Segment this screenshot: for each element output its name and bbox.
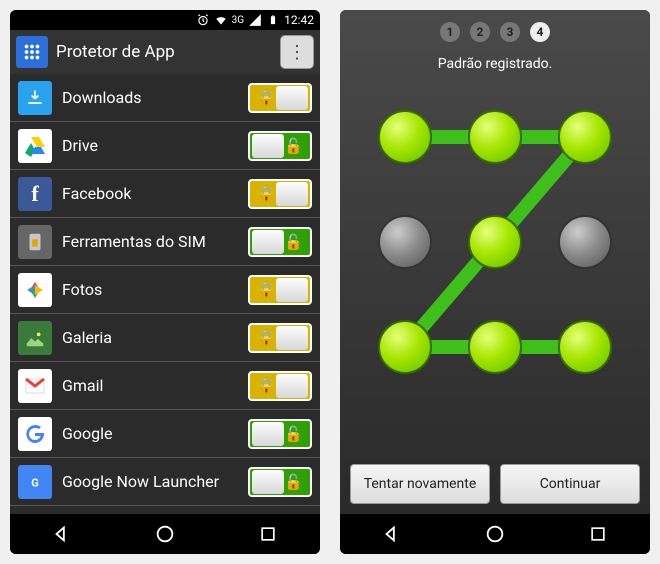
lock-toggle[interactable]: 🔒 xyxy=(248,83,312,113)
app-row[interactable]: Drive 🔓 xyxy=(10,122,320,170)
app-label: Fotos xyxy=(62,280,238,299)
menu-button[interactable]: ⋮ xyxy=(280,35,314,69)
pattern-dot[interactable] xyxy=(378,110,432,164)
step-dot: 2 xyxy=(470,22,490,42)
app-row[interactable]: Gmail 🔒 xyxy=(10,362,320,410)
lock-icon: 🔒 xyxy=(257,185,276,203)
step-dot: 4 xyxy=(530,22,550,42)
phone-left: 3G 12:42 Protetor de App ⋮ Downloads 🔒 Dri… xyxy=(10,10,320,554)
continue-button[interactable]: Continuar xyxy=(500,464,640,504)
app-title-bar: Protetor de App ⋮ xyxy=(10,30,320,74)
google-icon xyxy=(18,417,52,451)
svg-text:G: G xyxy=(31,476,39,489)
nav-back-button[interactable] xyxy=(50,522,74,546)
nav-home-button[interactable] xyxy=(483,522,507,546)
googlenow-icon: G xyxy=(18,465,52,499)
signal-icon xyxy=(248,13,262,27)
menu-dots-icon: ⋮ xyxy=(288,42,306,63)
alarm-icon xyxy=(196,13,210,27)
app-label: Facebook xyxy=(62,184,238,203)
step-dot: 3 xyxy=(500,22,520,42)
step-dot: 1 xyxy=(440,22,460,42)
facebook-icon: f xyxy=(18,177,52,211)
status-bar: 3G 12:42 xyxy=(10,10,320,30)
app-label: Ferramentas do SIM xyxy=(62,232,238,251)
unlock-icon: 🔓 xyxy=(284,473,303,491)
gmail-icon xyxy=(18,369,52,403)
phone-right: 1234 Padrão registrado. Tentar novamente… xyxy=(340,10,650,554)
app-label: Google Now Launcher xyxy=(62,472,238,491)
nav-bar xyxy=(340,514,650,554)
app-row[interactable]: Galeria 🔒 xyxy=(10,314,320,362)
step-indicator: 1234 xyxy=(440,22,550,42)
lock-toggle[interactable]: 🔒 xyxy=(248,179,312,209)
app-row[interactable]: Downloads 🔒 xyxy=(10,74,320,122)
pattern-dot[interactable] xyxy=(558,215,612,269)
pattern-dot[interactable] xyxy=(558,110,612,164)
app-list[interactable]: Downloads 🔒 Drive 🔓 f Facebook 🔒 Ferramentas do… xyxy=(10,74,320,514)
app-label: Google xyxy=(62,424,238,443)
lock-toggle[interactable]: 🔓 xyxy=(248,419,312,449)
unlock-icon: 🔓 xyxy=(284,425,303,443)
pattern-dot[interactable] xyxy=(558,320,612,374)
lock-toggle[interactable]: 🔓 xyxy=(248,227,312,257)
pattern-dot[interactable] xyxy=(468,320,522,374)
unlock-icon: 🔓 xyxy=(284,137,303,155)
app-protector-icon xyxy=(16,36,48,68)
app-row[interactable]: Fotos 🔒 xyxy=(10,266,320,314)
app-label: Galeria xyxy=(62,328,238,347)
pattern-dot[interactable] xyxy=(468,110,522,164)
pattern-dot[interactable] xyxy=(468,215,522,269)
app-row[interactable]: Google 🔓 xyxy=(10,410,320,458)
lock-icon: 🔒 xyxy=(257,329,276,347)
lock-toggle[interactable]: 🔒 xyxy=(248,275,312,305)
sim-icon xyxy=(18,225,52,259)
lock-icon: 🔒 xyxy=(257,281,276,299)
app-title: Protetor de App xyxy=(56,42,272,62)
nav-home-button[interactable] xyxy=(153,522,177,546)
nav-recent-button[interactable] xyxy=(586,522,610,546)
app-label: Gmail xyxy=(62,376,238,395)
app-row[interactable]: f Facebook 🔒 xyxy=(10,170,320,218)
downloads-icon xyxy=(18,81,52,115)
unlock-icon: 🔓 xyxy=(284,233,303,251)
wifi-icon xyxy=(214,13,228,27)
retry-button[interactable]: Tentar novamente xyxy=(350,464,490,504)
battery-icon xyxy=(266,13,280,27)
photos-icon xyxy=(18,273,52,307)
lock-toggle[interactable]: 🔒 xyxy=(248,323,312,353)
pattern-message: Padrão registrado. xyxy=(438,56,553,72)
app-row[interactable]: G Google Now Launcher 🔓 xyxy=(10,458,320,506)
app-row[interactable]: Ferramentas do SIM 🔓 xyxy=(10,218,320,266)
lock-toggle[interactable]: 🔓 xyxy=(248,131,312,161)
clock-text: 12:42 xyxy=(284,13,314,27)
app-label: Drive xyxy=(62,136,238,155)
pattern-dot[interactable] xyxy=(378,320,432,374)
network-label: 3G xyxy=(232,15,244,26)
app-label: Downloads xyxy=(62,88,238,107)
drive-icon xyxy=(18,129,52,163)
lock-icon: 🔒 xyxy=(257,89,276,107)
lock-icon: 🔒 xyxy=(257,377,276,395)
lock-toggle[interactable]: 🔒 xyxy=(248,371,312,401)
pattern-buttons: Tentar novamente Continuar xyxy=(340,454,650,514)
pattern-dot[interactable] xyxy=(378,215,432,269)
nav-bar xyxy=(10,514,320,554)
gallery-icon xyxy=(18,321,52,355)
pattern-screen: 1234 Padrão registrado. Tentar novamente… xyxy=(340,10,650,514)
lock-toggle[interactable]: 🔓 xyxy=(248,467,312,497)
pattern-grid[interactable] xyxy=(365,92,625,392)
nav-back-button[interactable] xyxy=(380,522,404,546)
nav-recent-button[interactable] xyxy=(256,522,280,546)
